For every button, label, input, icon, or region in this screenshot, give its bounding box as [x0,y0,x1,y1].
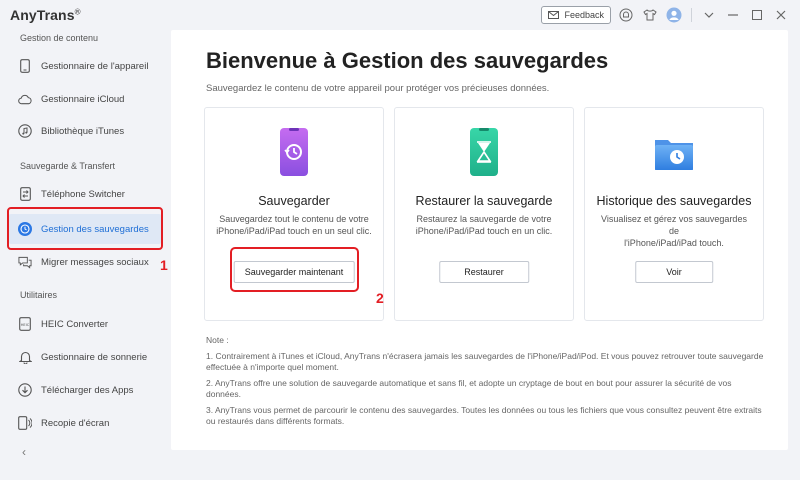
sidebar-item-icloud-manager[interactable]: Gestionnaire iCloud [8,85,162,113]
close-icon[interactable] [772,6,790,24]
music-icon [18,124,32,138]
note-item: 2. AnyTrans offre une solution de sauveg… [206,378,732,399]
phone-switch-icon [18,187,32,201]
main-panel: Bienvenue à Gestion des sauvegardes Sauv… [171,30,788,450]
bell-icon [18,350,32,364]
sidebar-item-label: Téléphone Switcher [41,188,125,200]
chevron-down-icon[interactable] [700,6,718,24]
highlight-box-backup-manager [7,207,163,250]
collapse-sidebar-button[interactable]: ‹ [22,445,26,459]
page-title: Bienvenue à Gestion des sauvegardes [206,48,609,73]
notes-section: Note : 1. Contrairement à iTunes et iClo… [206,335,766,432]
minimize-icon[interactable] [724,6,742,24]
note-item: 3. AnyTrans vous permet de parcourir le … [206,405,762,426]
step-marker-1: 1 [160,257,168,273]
sidebar-section-title: Utilitaires [20,290,58,300]
sidebar-item-phone-switcher[interactable]: Téléphone Switcher [8,180,162,208]
card-description: Sauvegardez tout le contenu de votre iPh… [215,213,373,237]
heic-icon: HEIC [18,317,32,331]
sidebar-item-itunes-library[interactable]: Bibliothèque iTunes [8,117,162,145]
chat-icon [18,255,32,269]
page-subtitle: Sauvegardez le contenu de votre appareil… [206,83,550,94]
backup-phone-icon [280,128,308,176]
sidebar-item-ringtone-manager[interactable]: Gestionnaire de sonnerie [8,343,162,371]
card-title: Sauvegarder [258,194,330,208]
sidebar-item-label: Bibliothèque iTunes [41,125,125,137]
sidebar-item-label: Migrer messages sociaux [41,256,149,268]
sidebar-item-label: Recopie d'écran [41,417,110,429]
card-description: Visualisez et gérez vos sauvegardes de l… [595,213,753,249]
note-item: 1. Contrairement à iTunes et iCloud, Any… [206,351,764,372]
sidebar-item-label: HEIC Converter [41,318,109,330]
step-marker-2: 2 [376,290,384,306]
sidebar-section-title: Sauvegarde & Transfert [20,161,116,171]
history-card: Historique des sauvegardes Visualisez et… [584,107,764,321]
sidebar-item-label: Gestionnaire de sonnerie [41,351,148,363]
card-description-line: iPhone/iPad/iPad touch en un seul clic. [216,226,372,236]
card-description-line: Visualisez et gérez vos sauvegardes de [601,214,747,236]
sidebar-item-download-apps[interactable]: Télécharger des Apps [8,376,162,404]
restore-card: Restaurer la sauvegarde Restaurez la sau… [394,107,574,321]
card-description: Restaurez la sauvegarde de votre iPhone/… [405,213,563,237]
sidebar-item-heic-converter[interactable]: HEIC HEIC Converter [8,310,162,338]
title-bar: AnyTrans® Feedback [0,0,800,30]
download-icon [18,383,32,397]
bell-icon[interactable] [617,6,635,24]
sidebar-item-social-messages[interactable]: Migrer messages sociaux [8,248,162,276]
svg-text:HEIC: HEIC [21,323,30,327]
card-description-line: l'iPhone/iPad/iPad touch. [624,238,724,248]
mail-icon [548,11,560,19]
card-description-line: iPhone/iPad/iPad touch en un clic. [415,226,553,236]
history-folder-icon [655,140,693,170]
card-title: Historique des sauvegardes [596,194,752,208]
feedback-label: Feedback [564,10,604,20]
cloud-icon [18,92,32,106]
screen-mirror-icon [18,416,32,430]
restore-phone-icon [470,128,498,176]
device-icon [18,59,32,73]
titlebar-divider [691,8,692,22]
sidebar-item-label: Gestionnaire iCloud [41,93,125,105]
restore-button[interactable]: Restaurer [439,261,529,283]
sidebar-item-label: Télécharger des Apps [41,384,134,396]
card-description-line: Sauvegardez tout le contenu de votre [219,214,369,224]
card-title: Restaurer la sauvegarde [415,194,553,208]
app-name: AnyTrans® [10,7,81,23]
sidebar-item-label: Gestionnaire de l'appareil [41,60,149,72]
feedback-button[interactable]: Feedback [541,6,611,24]
tshirt-icon[interactable] [641,6,659,24]
sidebar-item-screen-mirror[interactable]: Recopie d'écran [8,409,162,437]
sidebar: Gestion de contenu Gestionnaire de l'app… [0,30,170,480]
highlight-box-backup-now [230,247,359,292]
view-button[interactable]: Voir [635,261,713,283]
avatar[interactable] [665,6,683,24]
title-bar-controls: Feedback [541,6,790,24]
sidebar-item-device-manager[interactable]: Gestionnaire de l'appareil [8,52,162,80]
note-title: Note : [206,335,229,345]
card-description-line: Restaurez la sauvegarde de votre [416,214,552,224]
maximize-icon[interactable] [748,6,766,24]
sidebar-section-title: Gestion de contenu [20,33,99,43]
